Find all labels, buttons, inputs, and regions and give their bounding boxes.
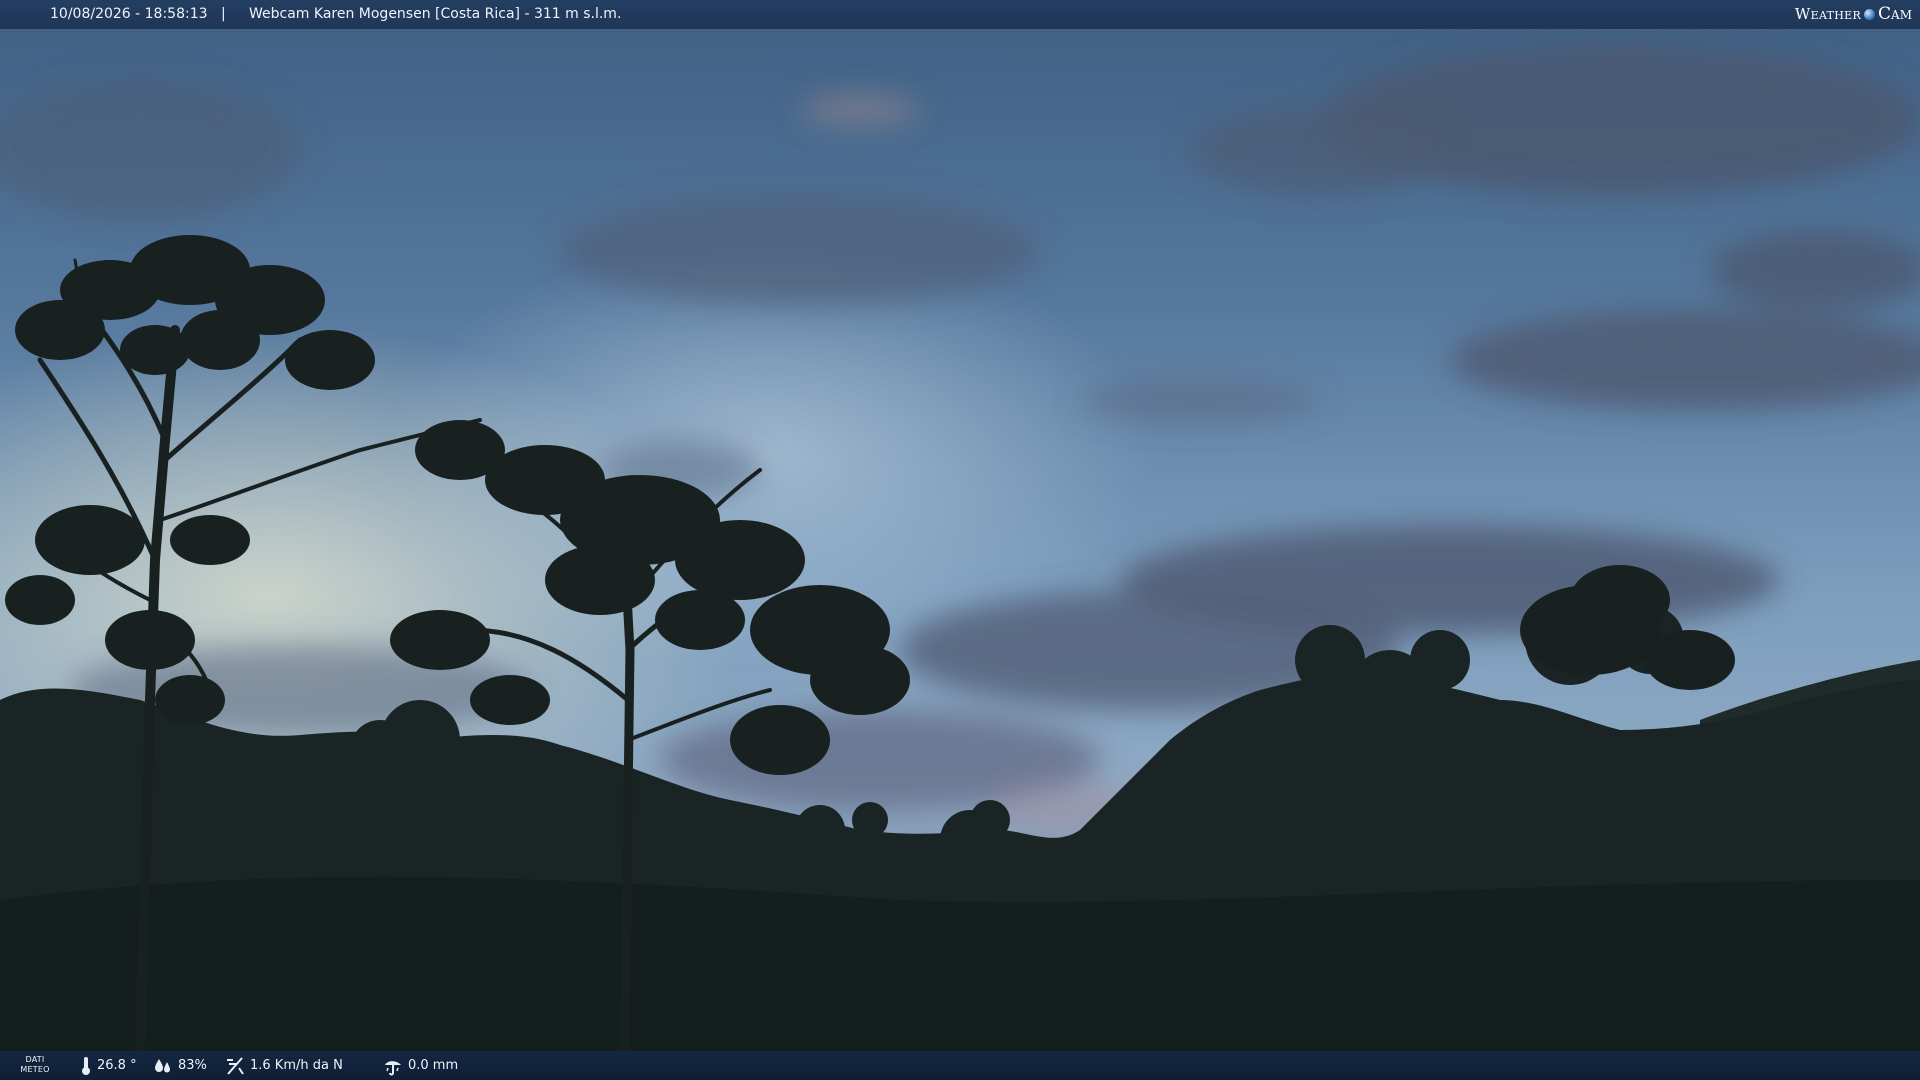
dati-meteo-label: DATI METEO	[20, 1055, 50, 1074]
humidity-drops-icon	[155, 1058, 170, 1072]
rain-reading: 0.0 mm	[383, 1051, 458, 1080]
wind-value: 1.6 Km/h da N	[250, 1058, 343, 1073]
thermometer-icon	[82, 1056, 90, 1075]
temperature-reading: 26.8 °	[80, 1051, 137, 1080]
logo-text-weather: Weather	[1794, 5, 1862, 23]
timestamp: 10/08/2026 - 18:58:13	[50, 6, 208, 22]
humidity-reading: 83%	[153, 1051, 207, 1080]
temperature-value: 26.8 °	[97, 1058, 137, 1073]
webcam-image	[0, 0, 1920, 1080]
globe-icon	[1864, 9, 1876, 20]
weather-data-bar: DATI METEO 26.8 ° 83% 1.6 Km/h da N 0.0 …	[0, 1051, 1920, 1080]
webcam-title: Webcam Karen Mogensen [Costa Rica] - 311…	[249, 6, 622, 22]
wind-vane-icon	[227, 1056, 244, 1075]
rain-value: 0.0 mm	[408, 1058, 459, 1073]
humidity-value: 83%	[178, 1058, 207, 1073]
rain-gauge-icon	[385, 1060, 401, 1075]
weathercam-logo: Weather Cam	[1795, 4, 1912, 25]
separator: |	[221, 6, 226, 22]
logo-text-cam: Cam	[1878, 4, 1912, 24]
wind-reading: 1.6 Km/h da N	[225, 1051, 343, 1080]
top-info-bar: 10/08/2026 - 18:58:13 | Webcam Karen Mog…	[0, 0, 1920, 29]
